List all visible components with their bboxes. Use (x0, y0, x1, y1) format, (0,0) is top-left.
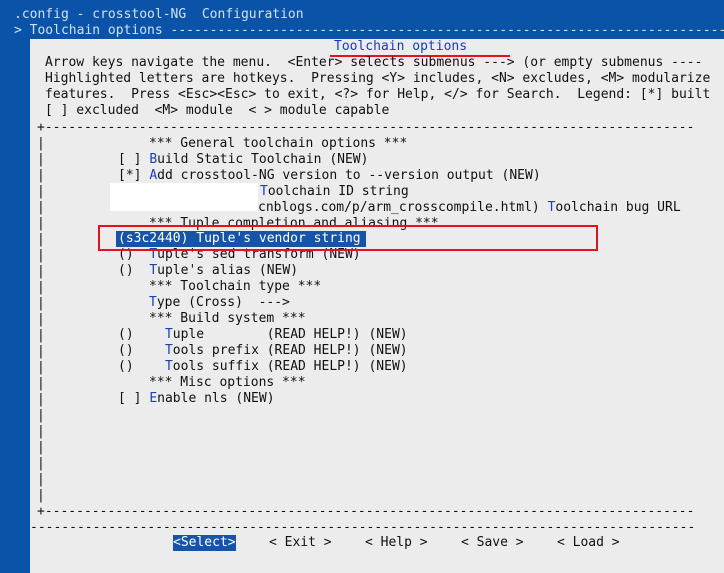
help-button[interactable]: < Help > (365, 535, 428, 551)
menu-item-toolchain-type-header: *** Toolchain type *** (149, 279, 322, 294)
menu-item-build-system-header: *** Build system *** (149, 311, 306, 326)
menu-border-bar: | (37, 232, 45, 247)
exit-button[interactable]: < Exit > (269, 535, 332, 551)
load-button[interactable]: < Load > (557, 535, 620, 551)
hotkey-t: T (164, 359, 173, 374)
menu-border-bar: | (37, 392, 45, 407)
help-line-3: features. Press <Esc><Esc> to exit, <?> … (45, 87, 711, 102)
menu-border-bar: | (37, 456, 45, 471)
select-button[interactable]: <Select> (173, 535, 236, 551)
menu-border-bar: | (37, 312, 45, 327)
menu-border-bar: | (37, 344, 45, 359)
help-line-2: Highlighted letters are hotkeys. Pressin… (45, 71, 711, 86)
menu-top-border: +---------------------------------------… (37, 120, 695, 135)
selection-annotation-box (98, 225, 598, 251)
hotkey-t: T (164, 343, 173, 358)
menu-item-general-header: *** General toolchain options *** (149, 136, 408, 151)
save-button-label: < Save > (461, 535, 524, 550)
menuconfig-dialog: Toolchain options Arrow keys navigate th… (30, 39, 724, 573)
help-line-1: Arrow keys navigate the menu. <Enter> se… (45, 55, 703, 70)
menu-border-bar: | (37, 200, 45, 215)
breadcrumb-config: .config - crosstool-NG Configuration (14, 7, 304, 22)
menu-border-bar: | (37, 248, 45, 263)
menu-item-bug-url[interactable]: cnblogs.com/p/arm_crosscompile.html) Too… (258, 200, 681, 216)
menu-border-bar: | (37, 376, 45, 391)
menu-item-type[interactable]: Type (Cross) ---> (149, 295, 290, 311)
save-button[interactable]: < Save > (461, 535, 524, 551)
hotkey-t: T (149, 263, 158, 278)
menu-border-bar: | (37, 472, 45, 487)
hotkey-e: E (149, 391, 158, 406)
hotkey-b: B (149, 152, 158, 167)
menu-border-bar: | (37, 408, 45, 423)
menu-border-bar: | (37, 184, 45, 199)
menu-item-add-version[interactable]: [*] Add crosstool-NG version to --versio… (118, 168, 541, 184)
menu-border-bar: | (37, 136, 45, 151)
menu-border-bar: | (37, 440, 45, 455)
menu-bottom-border: +---------------------------------------… (37, 504, 695, 519)
menu-border-bar: | (37, 152, 45, 167)
menu-item-enable-nls[interactable]: [ ] Enable nls (NEW) (118, 391, 275, 407)
menu-border-bar: | (37, 280, 45, 295)
menu-item-tools-suffix[interactable]: () Tools suffix (READ HELP!) (NEW) (118, 359, 408, 375)
menu-border-bar: | (37, 296, 45, 311)
menu-border-bar: | (37, 328, 45, 343)
menu-border-bar: | (37, 360, 45, 375)
menu-border-bar: | (37, 216, 45, 231)
menu-item-tuple[interactable]: () Tuple (READ HELP!) (NEW) (118, 327, 408, 343)
menu-border-bar: | (37, 264, 45, 279)
exit-button-label: < Exit > (269, 535, 332, 550)
menu-item-tuple-alias[interactable]: () Tuple's alias (NEW) (118, 263, 298, 279)
load-button-label: < Load > (557, 535, 620, 550)
help-button-label: < Help > (365, 535, 428, 550)
menu-border-bar: | (37, 488, 45, 503)
menu-border-bar: | (37, 424, 45, 439)
hotkey-t: T (149, 295, 157, 310)
menu-item-toolchain-id[interactable]: Toolchain ID string (260, 184, 409, 200)
button-separator: ----------------------------------------… (30, 520, 696, 535)
dialog-title: Toolchain options (334, 39, 468, 54)
hotkey-t: T (260, 184, 268, 199)
hotkey-t: T (164, 327, 173, 342)
menu-border-bar: | (37, 168, 45, 183)
breadcrumb-toolchain-options: > Toolchain options --------------------… (14, 23, 724, 38)
menu-item-tools-prefix[interactable]: () Tools prefix (READ HELP!) (NEW) (118, 343, 408, 359)
menu-item-misc-header: *** Misc options *** (149, 375, 306, 390)
help-line-4: [ ] excluded <M> module < > module capab… (45, 103, 390, 118)
hotkey-a: A (149, 168, 158, 183)
menu-item-build-static[interactable]: [ ] Build Static Toolchain (NEW) (118, 152, 368, 168)
redaction-box (110, 183, 258, 211)
